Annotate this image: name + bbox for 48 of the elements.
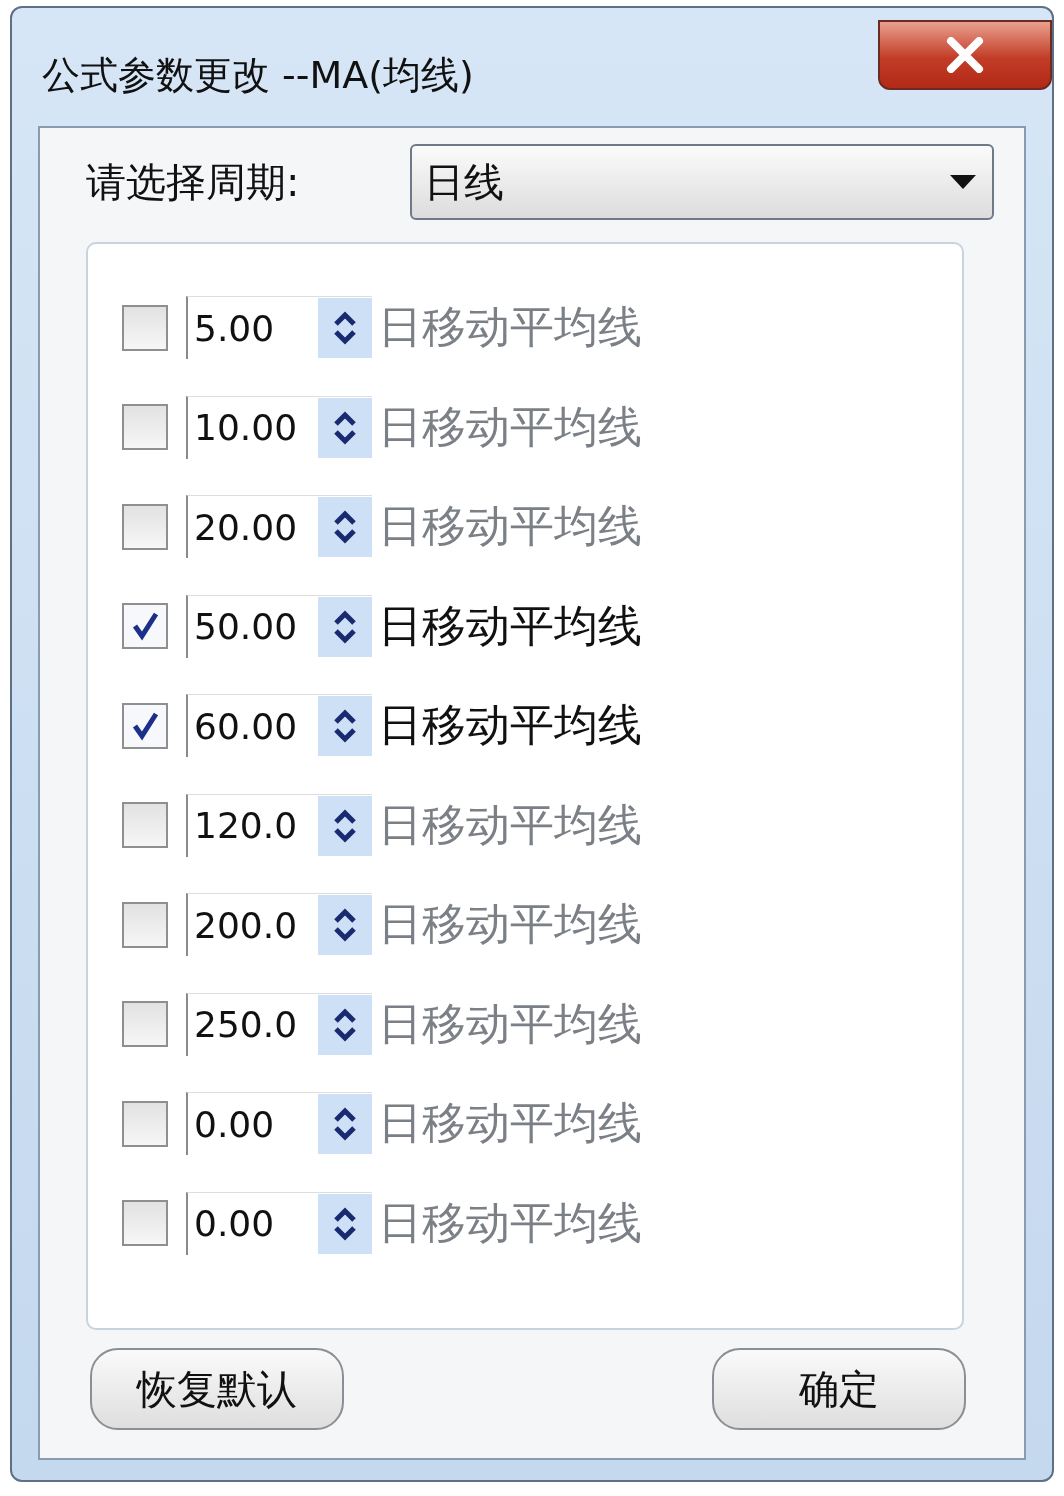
- checkbox[interactable]: [122, 1200, 168, 1247]
- number-spin-field[interactable]: 200.0: [186, 893, 372, 957]
- spinner-arrows-icon[interactable]: [318, 1193, 372, 1254]
- spinner-arrows-icon[interactable]: [318, 795, 372, 856]
- line-label: 日移动平均线: [378, 499, 642, 554]
- line-label: 日移动平均线: [378, 996, 642, 1051]
- line-label: 日移动平均线: [378, 300, 642, 355]
- line-label: 日移动平均线: [378, 897, 642, 952]
- number-spin-field[interactable]: 0.00: [186, 1092, 372, 1156]
- spinner-arrows-icon[interactable]: [318, 1094, 372, 1155]
- period-dropdown[interactable]: 日线: [410, 144, 994, 220]
- line-label: 日移动平均线: [378, 598, 642, 653]
- spinner-arrows-icon[interactable]: [318, 298, 372, 359]
- spinner-arrows-icon[interactable]: [318, 397, 372, 458]
- spinner-arrows-icon[interactable]: [318, 895, 372, 956]
- period-label: 请选择周期:: [86, 157, 301, 207]
- line-label: 日移动平均线: [378, 1096, 642, 1151]
- checkbox[interactable]: [122, 603, 168, 650]
- line-label: 日移动平均线: [378, 1195, 642, 1250]
- checkbox[interactable]: [122, 901, 168, 948]
- number-spin-field[interactable]: 50.00: [186, 594, 372, 658]
- checkbox[interactable]: [122, 1001, 168, 1048]
- line-label: 日移动平均线: [378, 698, 642, 753]
- checkbox[interactable]: [122, 404, 168, 451]
- number-spin-field[interactable]: 0.00: [186, 1191, 372, 1255]
- line-label: 日移动平均线: [378, 399, 642, 454]
- number-spin-field[interactable]: 60.00: [186, 694, 372, 758]
- number-spin-field[interactable]: 250.0: [186, 992, 372, 1056]
- window-title: 公式参数更改 --MA(均线): [42, 52, 474, 99]
- number-spin-field[interactable]: 10.00: [186, 395, 372, 459]
- checkbox[interactable]: [122, 503, 168, 550]
- spinner-arrows-icon[interactable]: [318, 994, 372, 1055]
- number-spin-field[interactable]: 20.00: [186, 495, 372, 559]
- spinner-arrows-icon[interactable]: [318, 596, 372, 657]
- checkbox[interactable]: [122, 802, 168, 849]
- number-spin-field[interactable]: 5.00: [186, 296, 372, 360]
- checkbox[interactable]: [122, 1100, 168, 1147]
- dialog-button[interactable]: 恢复默认: [90, 1348, 344, 1430]
- dialog-button[interactable]: 确定: [712, 1348, 966, 1430]
- close-button[interactable]: [878, 20, 1052, 90]
- checkbox[interactable]: [122, 304, 168, 351]
- dropdown-arrow-icon: [950, 175, 976, 189]
- close-icon: [945, 37, 985, 73]
- line-label: 日移动平均线: [378, 797, 642, 852]
- number-spin-field[interactable]: 120.0: [186, 793, 372, 857]
- spinner-arrows-icon[interactable]: [318, 696, 372, 757]
- spinner-arrows-icon[interactable]: [318, 497, 372, 558]
- checkbox[interactable]: [122, 702, 168, 749]
